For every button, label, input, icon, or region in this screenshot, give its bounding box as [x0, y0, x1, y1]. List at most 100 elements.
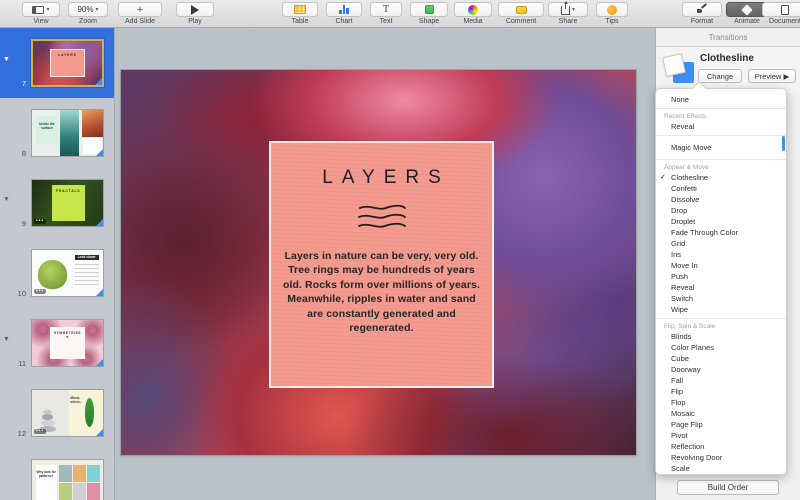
format-button[interactable]: Format	[682, 2, 722, 25]
slide-thumbnail[interactable]: SYMMETRIES✳	[31, 319, 104, 367]
transition-option-doorway[interactable]: Doorway	[656, 364, 786, 375]
zoom-control[interactable]: 90%▾ Zoom	[68, 2, 108, 25]
comment-button[interactable]: Comment	[498, 2, 544, 25]
slide-thumbnail-row-7[interactable]: ▼7LAYERS	[0, 28, 114, 98]
slide-body-text: Layers in nature can be very, very old. …	[281, 249, 482, 336]
text-button[interactable]: T Text	[370, 2, 402, 25]
panel-title: Transitions	[656, 28, 800, 47]
transition-corner-badge	[96, 219, 103, 226]
transition-option-reveal[interactable]: Reveal	[656, 121, 786, 132]
chart-label: Chart	[326, 18, 362, 25]
expander-triangle-icon[interactable]: ▼	[3, 196, 10, 203]
play-icon	[191, 5, 199, 15]
transition-option-scale[interactable]: Scale	[656, 463, 786, 474]
slide-text-card[interactable]: LAYERS Layers in nature can be very, ver…	[269, 141, 494, 388]
transition-option-switch[interactable]: Switch	[656, 293, 786, 304]
shape-button[interactable]: Shape	[410, 2, 448, 25]
slide-thumbnail-row-10[interactable]: 10 Look closer•••	[0, 238, 114, 308]
slide-thumbnail-row-12[interactable]: 12 Mirror, mirror...•••	[0, 378, 114, 448]
slide-thumbnail-row-9[interactable]: ▼9FRACTALS•••	[0, 168, 114, 238]
slide-number: 12	[8, 429, 26, 438]
chart-icon	[338, 5, 350, 14]
plus-icon: +	[137, 5, 143, 15]
transition-option-drop[interactable]: Drop	[656, 205, 786, 216]
build-order-button[interactable]: Build Order	[677, 480, 779, 495]
expander-triangle-icon[interactable]: ▼	[3, 56, 10, 63]
share-button[interactable]: ▾ Share	[548, 2, 588, 25]
transition-option-fade-through-color[interactable]: Fade Through Color	[656, 227, 786, 238]
transition-option-cube[interactable]: Cube	[656, 353, 786, 364]
media-button[interactable]: Media	[454, 2, 492, 25]
play-label: Play	[176, 18, 214, 25]
table-label: Table	[282, 18, 318, 25]
transition-option-push[interactable]: Push	[656, 271, 786, 282]
chevron-down-icon: ▾	[46, 6, 49, 13]
transition-option-iris[interactable]: Iris	[656, 249, 786, 260]
slide-thumbnail[interactable]: Why look for patterns?	[31, 459, 104, 500]
transition-option-flip[interactable]: Flip	[656, 386, 786, 397]
slide-thumbnail[interactable]: FRACTALS•••	[31, 179, 104, 227]
slide-thumbnail-row-13[interactable]: 13Why look for patterns?	[0, 448, 114, 500]
zoom-value: 90%	[77, 5, 93, 14]
current-slide[interactable]: LAYERS Layers in nature can be very, ver…	[121, 70, 636, 455]
chevron-down-icon: ▾	[96, 6, 99, 13]
menu-section-header: Recent Effects	[656, 112, 786, 121]
change-button[interactable]: Change	[698, 69, 742, 83]
slide-navigator: ▼7LAYERS8Under the surface▼9FRACTALS•••1…	[0, 28, 115, 500]
transition-option-blinds[interactable]: Blinds	[656, 331, 786, 342]
build-dots-badge: •••	[34, 429, 46, 434]
add-slide-button[interactable]: + Add Slide	[118, 2, 162, 25]
transition-option-magic-move[interactable]: Magic Move	[656, 142, 786, 153]
diamond-icon	[741, 4, 752, 15]
transition-option-page-flip[interactable]: Page Flip	[656, 419, 786, 430]
chart-button[interactable]: Chart	[326, 2, 362, 25]
slide-thumbnail-row-11[interactable]: ▼11SYMMETRIES✳	[0, 308, 114, 378]
media-label: Media	[454, 18, 492, 25]
transition-option-revolving-door[interactable]: Revolving Door	[656, 452, 786, 463]
comment-label: Comment	[498, 18, 544, 25]
view-icon	[32, 6, 44, 14]
transition-option-clothesline[interactable]: ✓Clothesline	[656, 172, 786, 183]
transition-option-confetti[interactable]: Confetti	[656, 183, 786, 194]
preview-button[interactable]: Preview ▶	[748, 69, 796, 83]
expander-triangle-icon[interactable]: ▼	[3, 336, 10, 343]
slide-thumbnail[interactable]: Under the surface	[31, 109, 104, 157]
transition-option-wipe[interactable]: Wipe	[656, 304, 786, 315]
share-label: Share	[548, 18, 588, 25]
comment-icon	[516, 6, 527, 14]
view-button[interactable]: ▾ View	[22, 2, 60, 25]
slide-thumbnail[interactable]: Mirror, mirror...•••	[31, 389, 104, 437]
slide-thumbnail[interactable]: Look closer•••	[31, 249, 104, 297]
transition-option-dissolve[interactable]: Dissolve	[656, 194, 786, 205]
play-button[interactable]: Play	[176, 2, 214, 25]
transition-option-reveal[interactable]: Reveal	[656, 282, 786, 293]
transition-option-reflection[interactable]: Reflection	[656, 441, 786, 452]
zoom-label: Zoom	[68, 18, 108, 25]
transition-option-none[interactable]: None	[656, 94, 786, 105]
transition-option-droplet[interactable]: Droplet	[656, 216, 786, 227]
document-label: Document	[762, 18, 800, 25]
table-button[interactable]: Table	[282, 2, 318, 25]
format-label: Format	[682, 18, 722, 25]
media-icon	[468, 5, 478, 15]
slide-number: 10	[8, 289, 26, 298]
transition-option-mosaic[interactable]: Mosaic	[656, 408, 786, 419]
slide-thumbnail[interactable]: LAYERS	[31, 39, 104, 87]
tips-button[interactable]: Tips	[596, 2, 628, 25]
transition-option-pivot[interactable]: Pivot	[656, 430, 786, 441]
transition-option-color-planes[interactable]: Color Planes	[656, 342, 786, 353]
tips-label: Tips	[596, 18, 628, 25]
effect-area: Clothesline Change Preview ▶	[656, 47, 800, 93]
scrollbar-thumb[interactable]	[782, 136, 785, 151]
transition-menu: NoneRecent EffectsRevealMagic MoveAppear…	[655, 88, 787, 475]
transition-option-fall[interactable]: Fall	[656, 375, 786, 386]
transition-corner-badge	[96, 359, 103, 366]
document-button[interactable]: Document	[762, 2, 800, 25]
document-icon	[781, 5, 789, 15]
transition-option-flop[interactable]: Flop	[656, 397, 786, 408]
slide-thumbnail-row-8[interactable]: 8Under the surface	[0, 98, 114, 168]
menu-section-header: Appear & Move	[656, 163, 786, 172]
transition-option-move-in[interactable]: Move In	[656, 260, 786, 271]
build-dots-badge: •••	[34, 289, 46, 294]
transition-option-grid[interactable]: Grid	[656, 238, 786, 249]
